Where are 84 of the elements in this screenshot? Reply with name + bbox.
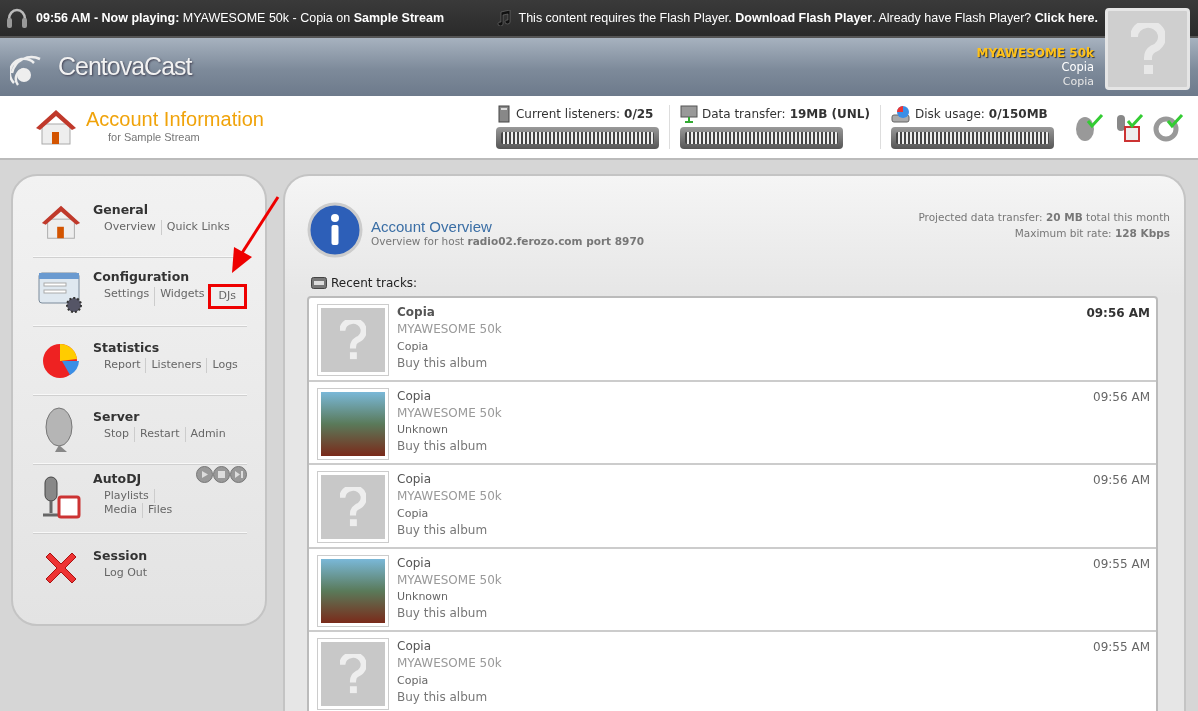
section-title: Server	[93, 408, 140, 427]
skip-control-icon[interactable]	[230, 466, 247, 484]
nav-link[interactable]: DJs	[210, 287, 245, 306]
track-title: Copia	[397, 554, 433, 572]
info-icon	[307, 202, 363, 258]
tracks-icon	[311, 277, 327, 289]
track-title: Copia	[397, 638, 433, 655]
nav-link[interactable]: Restart	[135, 427, 186, 442]
track-album: Copia	[397, 338, 430, 355]
track-album: Unknown	[397, 589, 450, 606]
track-title: Copia	[397, 387, 433, 405]
nav-link[interactable]: Quick Links	[161, 220, 235, 235]
current-track-title: MYAWESOME 50k	[976, 46, 1094, 61]
track-time: 09:55 AM	[1093, 555, 1150, 573]
section-title: Configuration	[93, 268, 190, 287]
track-time: 09:55 AM	[1093, 639, 1150, 656]
current-track-album: Copia	[1061, 74, 1094, 88]
track-album: Copia	[397, 672, 430, 689]
max-bitrate-text: Maximum bit rate: 128 Kbps	[1013, 225, 1170, 241]
server-icon	[495, 105, 512, 123]
nav-link[interactable]: Files	[143, 503, 178, 518]
album-cover-photo	[321, 391, 385, 456]
nav-link[interactable]: Log Out	[99, 565, 153, 580]
track-time: 09:56 AM	[1093, 472, 1150, 489]
click-here-link[interactable]: Click here.	[1034, 10, 1098, 25]
ring-check-icon[interactable]	[1152, 111, 1184, 143]
track-album: Unknown	[397, 422, 450, 439]
album-cover-photo	[321, 558, 385, 623]
track-title: Copia	[397, 471, 433, 488]
nav-link[interactable]: Report	[99, 358, 147, 373]
buy-album-link[interactable]: Buy this album	[397, 688, 1094, 707]
section-title: AutoDJ	[93, 470, 142, 489]
nav-link[interactable]: Overview	[99, 220, 162, 235]
meter-label: Current listeners:	[515, 106, 621, 123]
meter-value: 0/25	[624, 106, 654, 123]
play-control-icon[interactable]	[196, 466, 213, 484]
section-title: Session	[93, 546, 148, 565]
buy-album-link[interactable]: Buy this album	[397, 354, 1087, 373]
projected-transfer-text: Projected data transfer: 20 MB total this month	[918, 210, 1170, 225]
disk-usage-icon	[891, 105, 911, 123]
nav-link[interactable]: Stop	[99, 427, 135, 442]
track-title: Copia	[397, 304, 436, 321]
nav-link[interactable]: Logs	[207, 358, 243, 373]
music-note-icon	[496, 10, 511, 26]
page-subtitle: for Sample Stream	[108, 129, 201, 145]
download-flash-link[interactable]: Download Flash Player	[735, 10, 873, 25]
question-mark-icon	[1130, 23, 1165, 75]
now-playing-text: 09:56 AM - Now playing: MYAWESOME 50k - Copia on Sample Stream	[36, 9, 444, 27]
buy-album-link[interactable]: Buy this album	[397, 438, 1094, 456]
nav-link[interactable]: Listeners	[146, 358, 208, 373]
stop-control-icon[interactable]	[213, 466, 230, 484]
buy-album-link[interactable]: Buy this album	[397, 605, 1094, 623]
nav-link[interactable]: Media	[99, 503, 144, 518]
meter-value: 0/150MB	[988, 106, 1048, 123]
section-title: Statistics	[93, 339, 160, 358]
question-mark-icon	[340, 320, 366, 360]
track-time: 09:56 AM	[1093, 388, 1150, 406]
section-title: General	[93, 201, 148, 220]
nav-link[interactable]: Playlists	[99, 489, 155, 504]
settings-window-icon	[38, 269, 84, 313]
track-artist: MYAWESOME 50k	[397, 571, 503, 589]
overview-title: Account Overview	[371, 218, 493, 234]
flash-notice: This content requires the Flash Player. Download Flash Player. Already have Flash Player? Click here.	[518, 9, 1098, 27]
buy-album-link[interactable]: Buy this album	[397, 521, 1094, 540]
recent-tracks-heading: Recent tracks:	[331, 275, 418, 292]
meter-label: Disk usage:	[915, 106, 985, 123]
nav-link[interactable]: Settings	[99, 287, 156, 306]
track-artist: MYAWESOME 50k	[397, 488, 503, 506]
track-album: Copia	[397, 505, 430, 522]
logo-text: CentovaCast	[58, 51, 192, 83]
track-time: 09:56 AM	[1086, 305, 1150, 322]
track-artist: MYAWESOME 50k	[397, 655, 503, 673]
meter-value: 19MB (UNL)	[789, 106, 870, 123]
page-title: Account Information	[86, 108, 264, 129]
question-mark-icon	[340, 487, 366, 527]
current-track-artist: Copia	[1060, 60, 1094, 75]
nav-link[interactable]: Admin	[185, 427, 231, 442]
question-mark-icon	[340, 654, 366, 694]
track-artist: MYAWESOME 50k	[397, 404, 503, 422]
overview-subtitle: Overview for host radio02.ferozo.com port 8970	[371, 233, 644, 249]
track-artist: MYAWESOME 50k	[397, 321, 503, 339]
nav-link[interactable]: Widgets	[155, 287, 211, 306]
meter-label: Data transfer:	[701, 106, 786, 123]
network-icon	[679, 105, 698, 123]
